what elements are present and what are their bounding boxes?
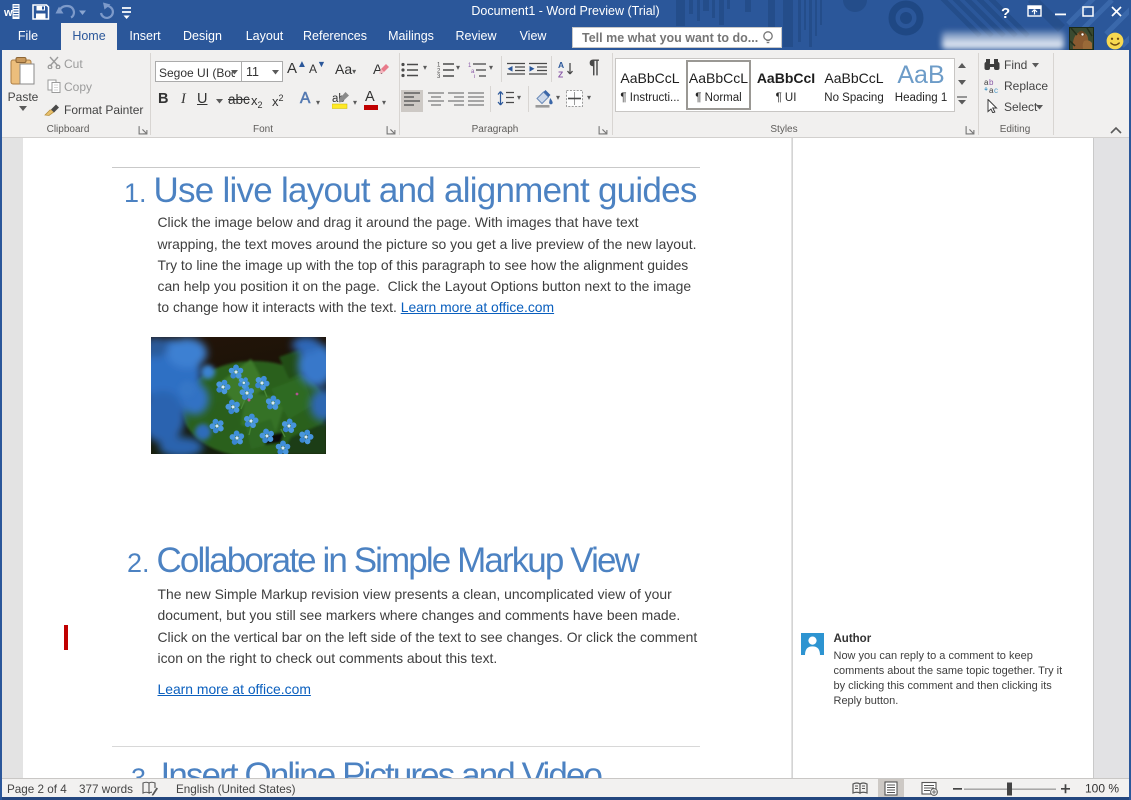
svg-text:w: w <box>3 7 13 19</box>
svg-text:?: ? <box>1001 5 1010 22</box>
svg-text:c: c <box>994 86 998 93</box>
svg-text:3: 3 <box>437 74 441 78</box>
svg-text:100 %: 100 % <box>1085 782 1119 796</box>
svg-text:i: i <box>474 75 475 79</box>
svg-text:A: A <box>558 60 564 70</box>
svg-text:Z: Z <box>558 70 563 79</box>
